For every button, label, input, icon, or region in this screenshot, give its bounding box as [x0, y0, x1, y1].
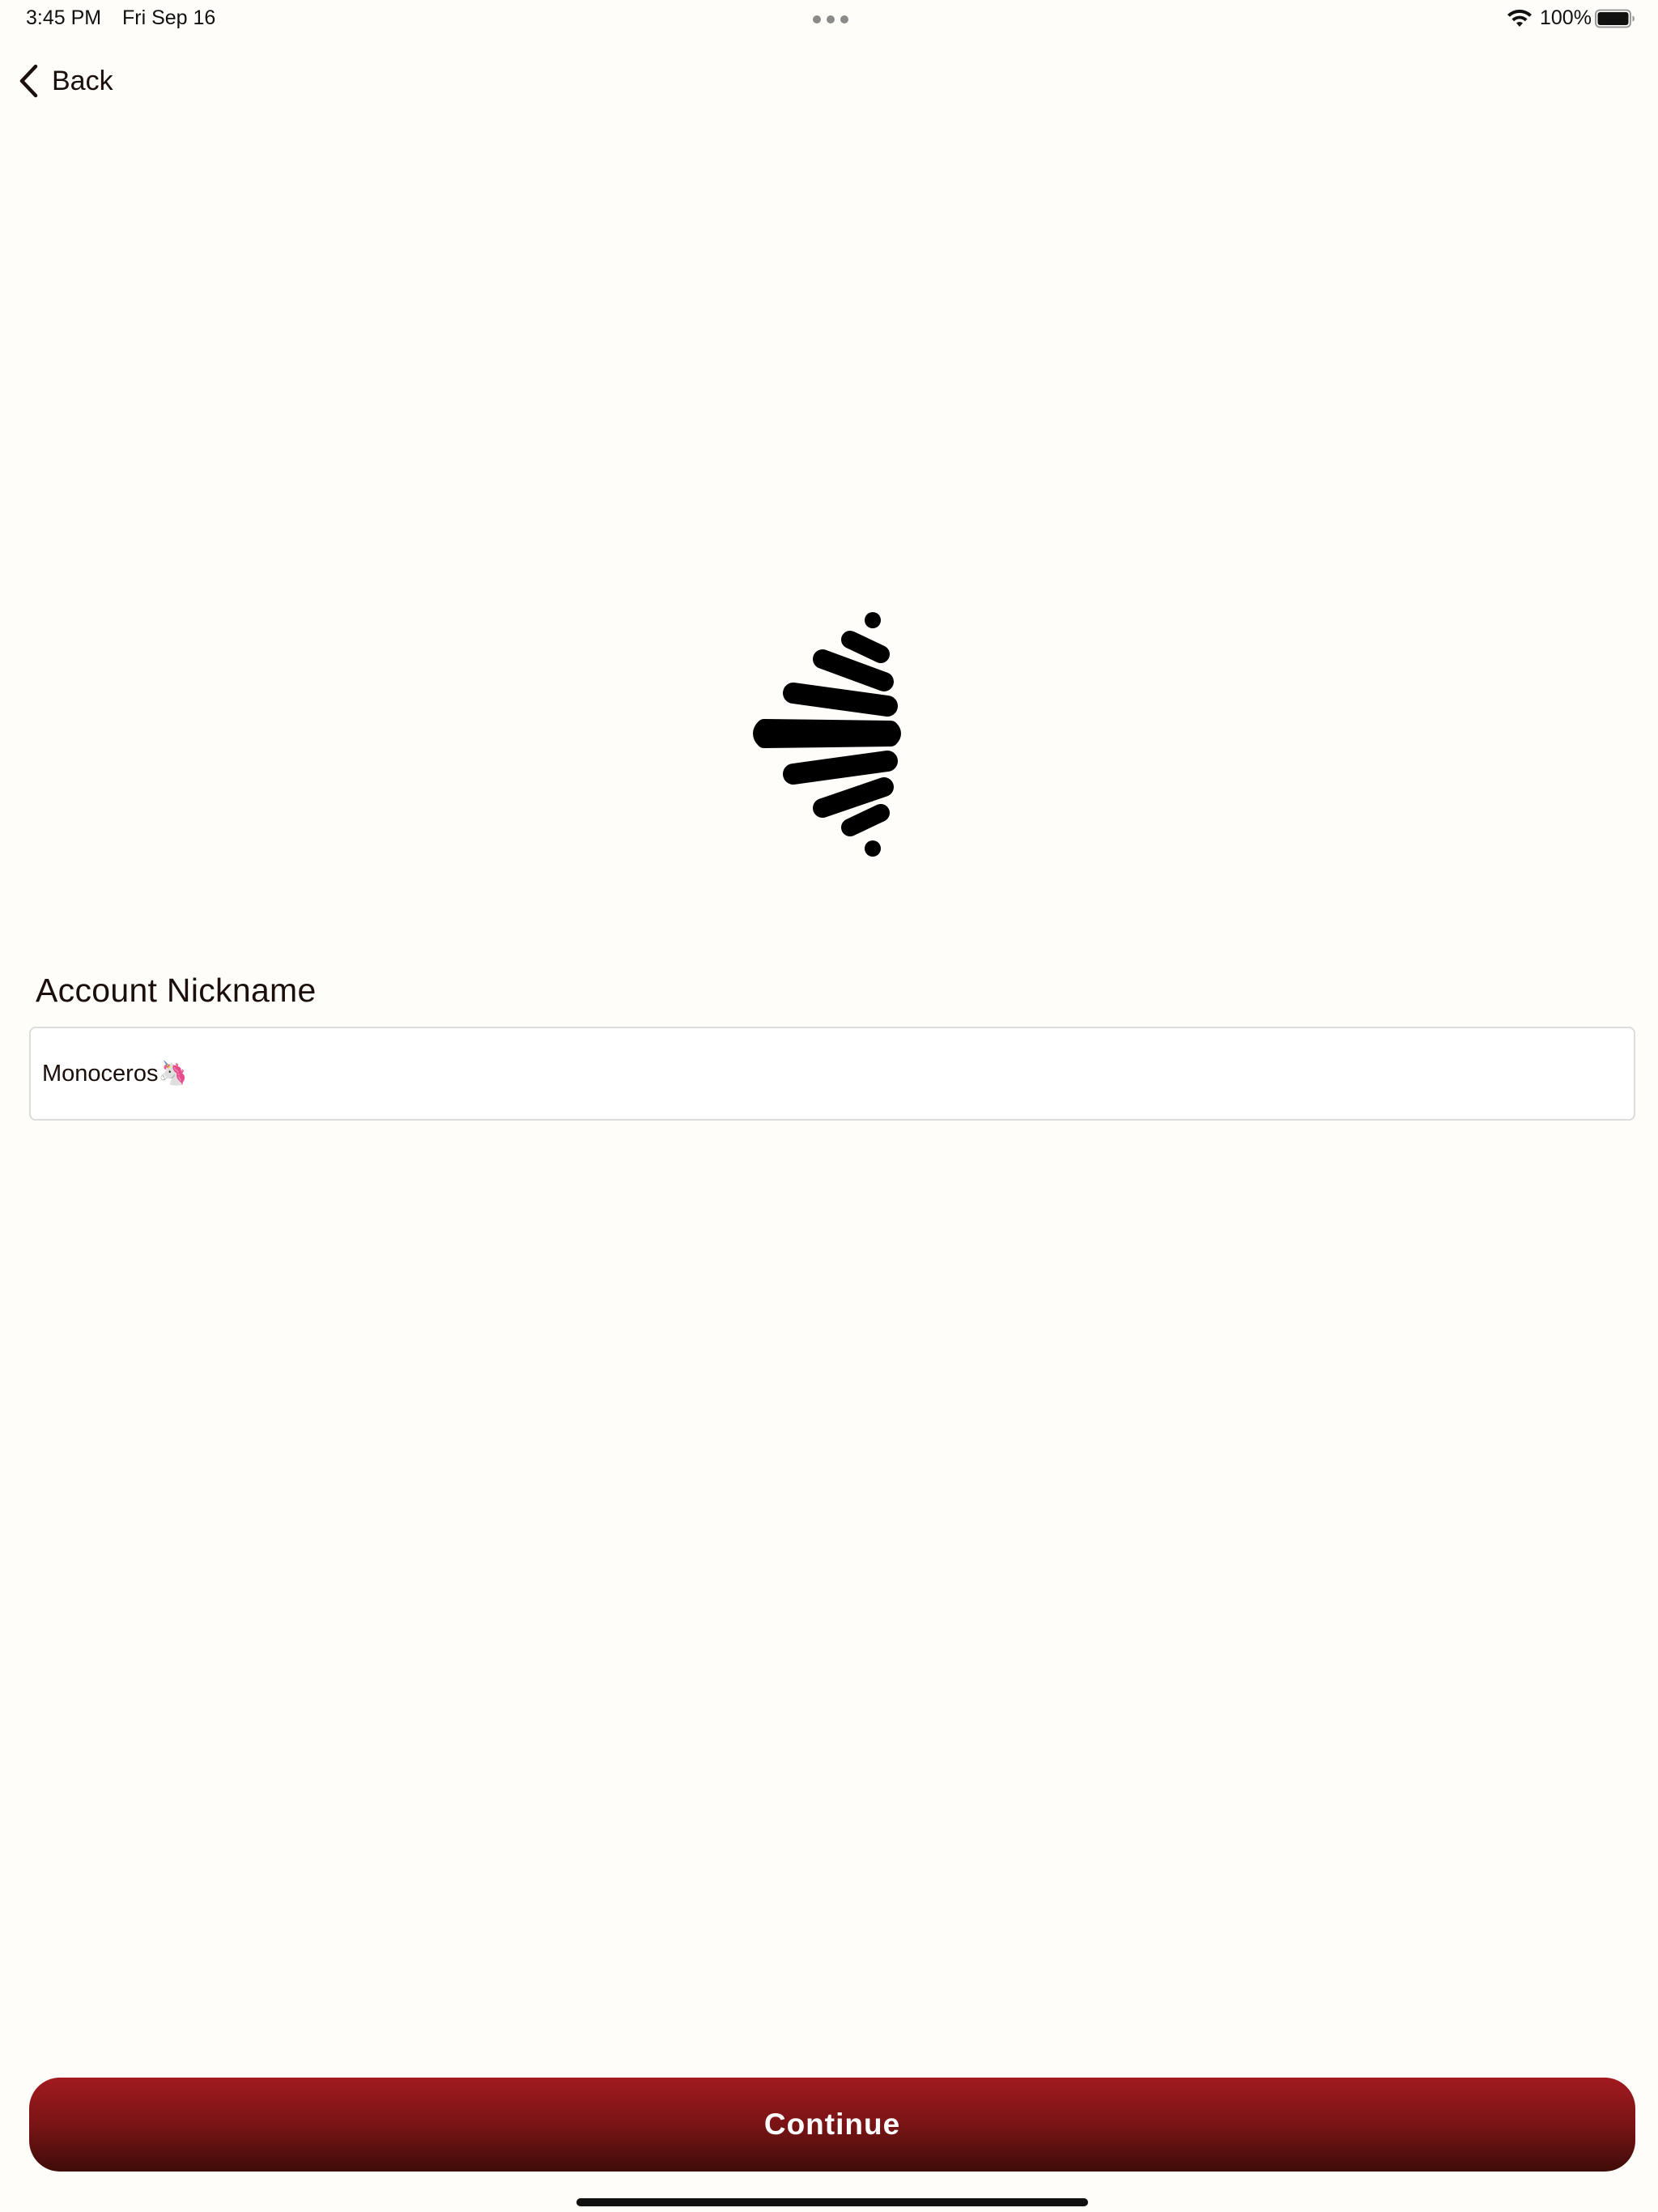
app-logo-icon — [753, 612, 901, 857]
nickname-label: Account Nickname — [36, 972, 317, 1009]
nickname-screen: 3:45 PM Fri Sep 16 100% Back Account Nic… — [0, 0, 1658, 2212]
nickname-input-value: Monoceros🦄 — [42, 1061, 188, 1087]
battery-percentage: 100% — [1540, 6, 1592, 29]
status-time: 3:45 PM — [26, 6, 102, 29]
back-label: Back — [52, 65, 113, 96]
status-bar: 3:45 PM Fri Sep 16 100% — [0, 0, 1658, 39]
nickname-input[interactable]: Monoceros🦄 — [29, 1027, 1635, 1121]
continue-label: Continue — [763, 2108, 901, 2141]
continue-button[interactable]: Continue — [29, 2078, 1635, 2172]
chevron-left-icon — [19, 64, 38, 98]
wifi-icon — [1507, 9, 1532, 27]
status-date: Fri Sep 16 — [122, 6, 216, 29]
battery-icon — [1595, 9, 1635, 28]
multitasking-dots-icon[interactable] — [813, 15, 848, 23]
back-button[interactable]: Back — [18, 58, 113, 104]
home-indicator[interactable] — [576, 2198, 1088, 2206]
